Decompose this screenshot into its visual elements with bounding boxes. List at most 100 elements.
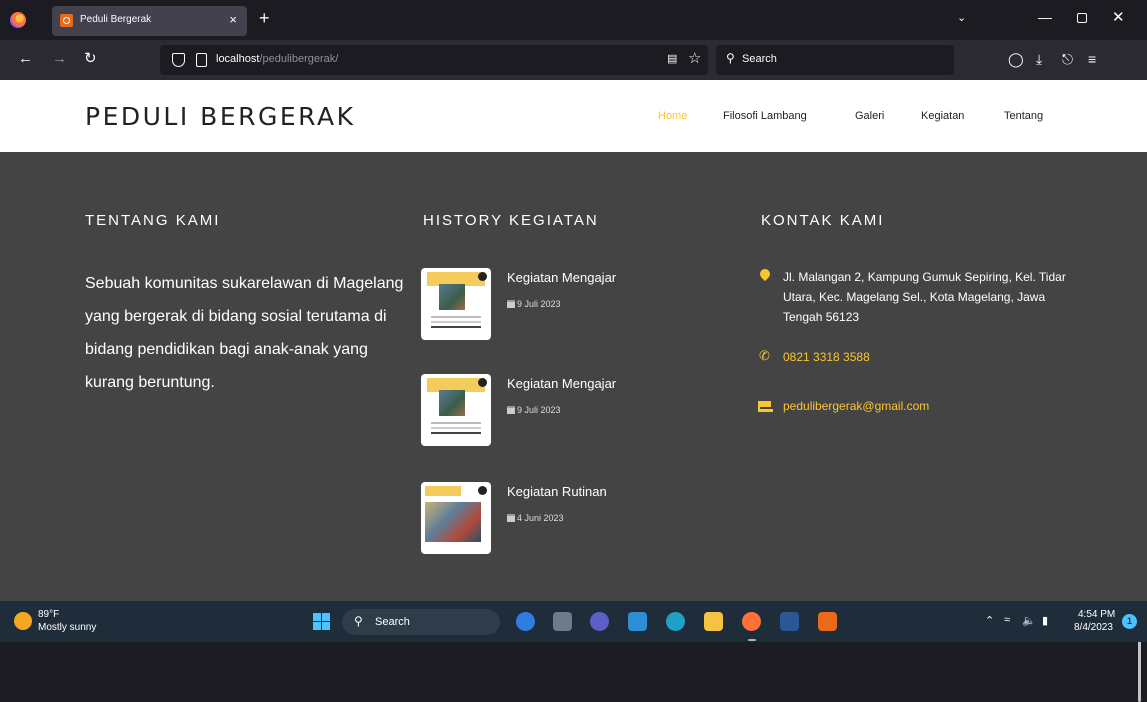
about-title: TENTANG KAMI — [85, 212, 221, 229]
file-explorer-icon[interactable] — [704, 612, 723, 631]
thumbnail-photo — [439, 284, 465, 310]
tracking-protection-shield-icon[interactable] — [172, 53, 185, 67]
download-icon[interactable]: ⤓ — [1036, 50, 1042, 68]
activity-date-text: 9 Juli 2023 — [517, 299, 561, 309]
activity-date: 9 Juli 2023 — [507, 299, 561, 309]
wifi-icon[interactable]: ≈ — [1004, 614, 1010, 626]
about-text: Sebuah komunitas sukarelawan di Magelang… — [85, 275, 404, 391]
nav-link-galeri[interactable]: Galeri — [855, 110, 884, 122]
activity-date: 4 Juni 2023 — [507, 513, 564, 523]
search-icon: ⚲ — [354, 614, 363, 628]
window-close-button[interactable]: ✕ — [1112, 8, 1125, 26]
site-header: PEDULI BERGERAK Home Filosofi Lambang Ga… — [0, 80, 1147, 152]
weather-temperature[interactable]: 89°F — [38, 609, 59, 620]
history-item[interactable]: Kegiatan Rutinan 4 Juni 2023 — [421, 482, 721, 554]
thumbnail-photo — [439, 390, 465, 416]
url-host: localhost — [216, 53, 260, 65]
edge-browser-icon[interactable] — [666, 612, 685, 631]
activity-date-text: 9 Juli 2023 — [517, 405, 561, 415]
nav-link-tentang[interactable]: Tentang — [1004, 110, 1043, 122]
search-icon: ⚲ — [726, 51, 735, 65]
extensions-icon[interactable]: ⎋ — [1062, 50, 1073, 68]
activity-thumbnail[interactable] — [421, 268, 491, 340]
weather-description[interactable]: Mostly sunny — [38, 622, 96, 633]
activity-thumbnail[interactable] — [421, 374, 491, 446]
history-title: HISTORY KEGIATAN — [423, 212, 599, 229]
contact-phone[interactable]: 0821 3318 3588 — [783, 347, 870, 367]
nav-link-home[interactable]: Home — [658, 110, 687, 122]
activity-title[interactable]: Kegiatan Rutinan — [507, 484, 607, 499]
activity-date: 9 Juli 2023 — [507, 405, 561, 415]
browser-nav-bar: ← → ↻ localhost/pedulibergerak/ ▤ ☆ ⚲ ◯ … — [0, 40, 1147, 80]
page-info-icon[interactable] — [196, 53, 207, 67]
tab-close-icon[interactable]: × — [229, 12, 237, 27]
contact-email[interactable]: pedulibergerak@gmail.com — [783, 396, 929, 416]
window-minimize-button[interactable]: — — [1038, 9, 1052, 25]
active-app-indicator — [748, 639, 756, 641]
tab-title: Peduli Bergerak — [80, 14, 152, 25]
site-brand[interactable]: PEDULI BERGERAK — [85, 102, 356, 131]
nav-link-kegiatan[interactable]: Kegiatan — [921, 110, 964, 122]
translate-icon[interactable]: ▤ — [667, 52, 677, 65]
mail-app-icon[interactable] — [628, 612, 647, 631]
copilot-icon[interactable] — [516, 612, 535, 631]
thumbnail-text-lines — [431, 316, 481, 318]
word-icon[interactable] — [780, 612, 799, 631]
url-text[interactable]: localhost/pedulibergerak/ — [216, 53, 338, 65]
browser-search-input[interactable] — [742, 53, 942, 65]
reload-icon[interactable]: ↻ — [84, 50, 97, 68]
thumbnail-banner — [425, 486, 461, 496]
contact-address: Jl. Malangan 2, Kampung Gumuk Sepiring, … — [783, 270, 1066, 324]
calendar-icon — [507, 406, 515, 414]
browser-tab[interactable]: Peduli Bergerak × — [52, 6, 247, 36]
firefox-icon[interactable] — [10, 12, 26, 28]
browser-tab-bar: Peduli Bergerak × + ⌄ — ✕ — [0, 0, 1147, 40]
activity-date-text: 4 Juni 2023 — [517, 513, 564, 523]
battery-icon[interactable]: ▮ — [1042, 614, 1048, 627]
bookmark-star-icon[interactable]: ☆ — [688, 49, 701, 67]
teams-chat-icon[interactable] — [590, 612, 609, 631]
envelope-icon — [758, 401, 773, 412]
thumbnail-logo — [478, 378, 487, 387]
map-pin-icon — [757, 266, 773, 282]
footer-section: TENTANG KAMI Sebuah komunitas sukarelawa… — [0, 152, 1147, 702]
pocket-icon[interactable]: ◯ — [1008, 50, 1024, 68]
thumbnail-logo — [478, 486, 487, 495]
window-maximize-button[interactable] — [1077, 13, 1087, 23]
url-path: /pedulibergerak/ — [259, 53, 339, 65]
calendar-icon — [507, 514, 515, 522]
calendar-icon — [507, 300, 515, 308]
contact-title: KONTAK KAMI — [761, 212, 885, 229]
volume-icon[interactable]: 🔈 — [1022, 614, 1036, 627]
taskbar-clock-date[interactable]: 8/4/2023 — [1074, 622, 1113, 633]
nav-link-filosofi-lambang[interactable]: Filosofi Lambang — [723, 110, 807, 122]
taskbar-search[interactable]: ⚲ Search — [342, 609, 500, 635]
phone-icon: ✆ — [759, 348, 770, 363]
browser-search-bar[interactable]: ⚲ — [716, 45, 954, 75]
task-view-icon[interactable] — [553, 612, 572, 631]
firefox-taskbar-icon[interactable] — [742, 612, 761, 631]
windows-taskbar: 89°F Mostly sunny ⚲ Search ⌃ ≈ 🔈 ▮ 4:54 … — [0, 601, 1147, 642]
url-bar[interactable]: localhost/pedulibergerak/ ▤ ☆ — [160, 45, 708, 75]
notification-badge[interactable]: 1 — [1122, 614, 1137, 629]
new-tab-button[interactable]: + — [259, 8, 270, 28]
hamburger-menu-icon[interactable]: ≡ — [1088, 50, 1096, 68]
site-favicon-icon — [60, 14, 73, 27]
activity-thumbnail[interactable] — [421, 482, 491, 554]
taskbar-search-label: Search — [375, 616, 410, 628]
back-arrow-icon[interactable]: ← — [18, 50, 33, 68]
activity-title[interactable]: Kegiatan Mengajar — [507, 376, 616, 391]
taskbar-clock-time[interactable]: 4:54 PM — [1078, 609, 1115, 620]
xampp-icon[interactable] — [818, 612, 837, 631]
windows-start-button[interactable] — [313, 613, 330, 630]
activity-title[interactable]: Kegiatan Mengajar — [507, 270, 616, 285]
thumbnail-photo — [425, 502, 481, 542]
thumbnail-text-lines — [431, 422, 481, 424]
weather-sun-icon[interactable] — [14, 612, 32, 630]
tab-list-chevron-icon[interactable]: ⌄ — [957, 11, 966, 24]
forward-arrow-icon[interactable]: → — [52, 50, 67, 68]
history-item[interactable]: Kegiatan Mengajar 9 Juli 2023 — [421, 374, 721, 446]
show-hidden-icons-chevron-icon[interactable]: ⌃ — [985, 614, 994, 627]
history-item[interactable]: Kegiatan Mengajar 9 Juli 2023 — [421, 268, 721, 340]
thumbnail-logo — [478, 272, 487, 281]
